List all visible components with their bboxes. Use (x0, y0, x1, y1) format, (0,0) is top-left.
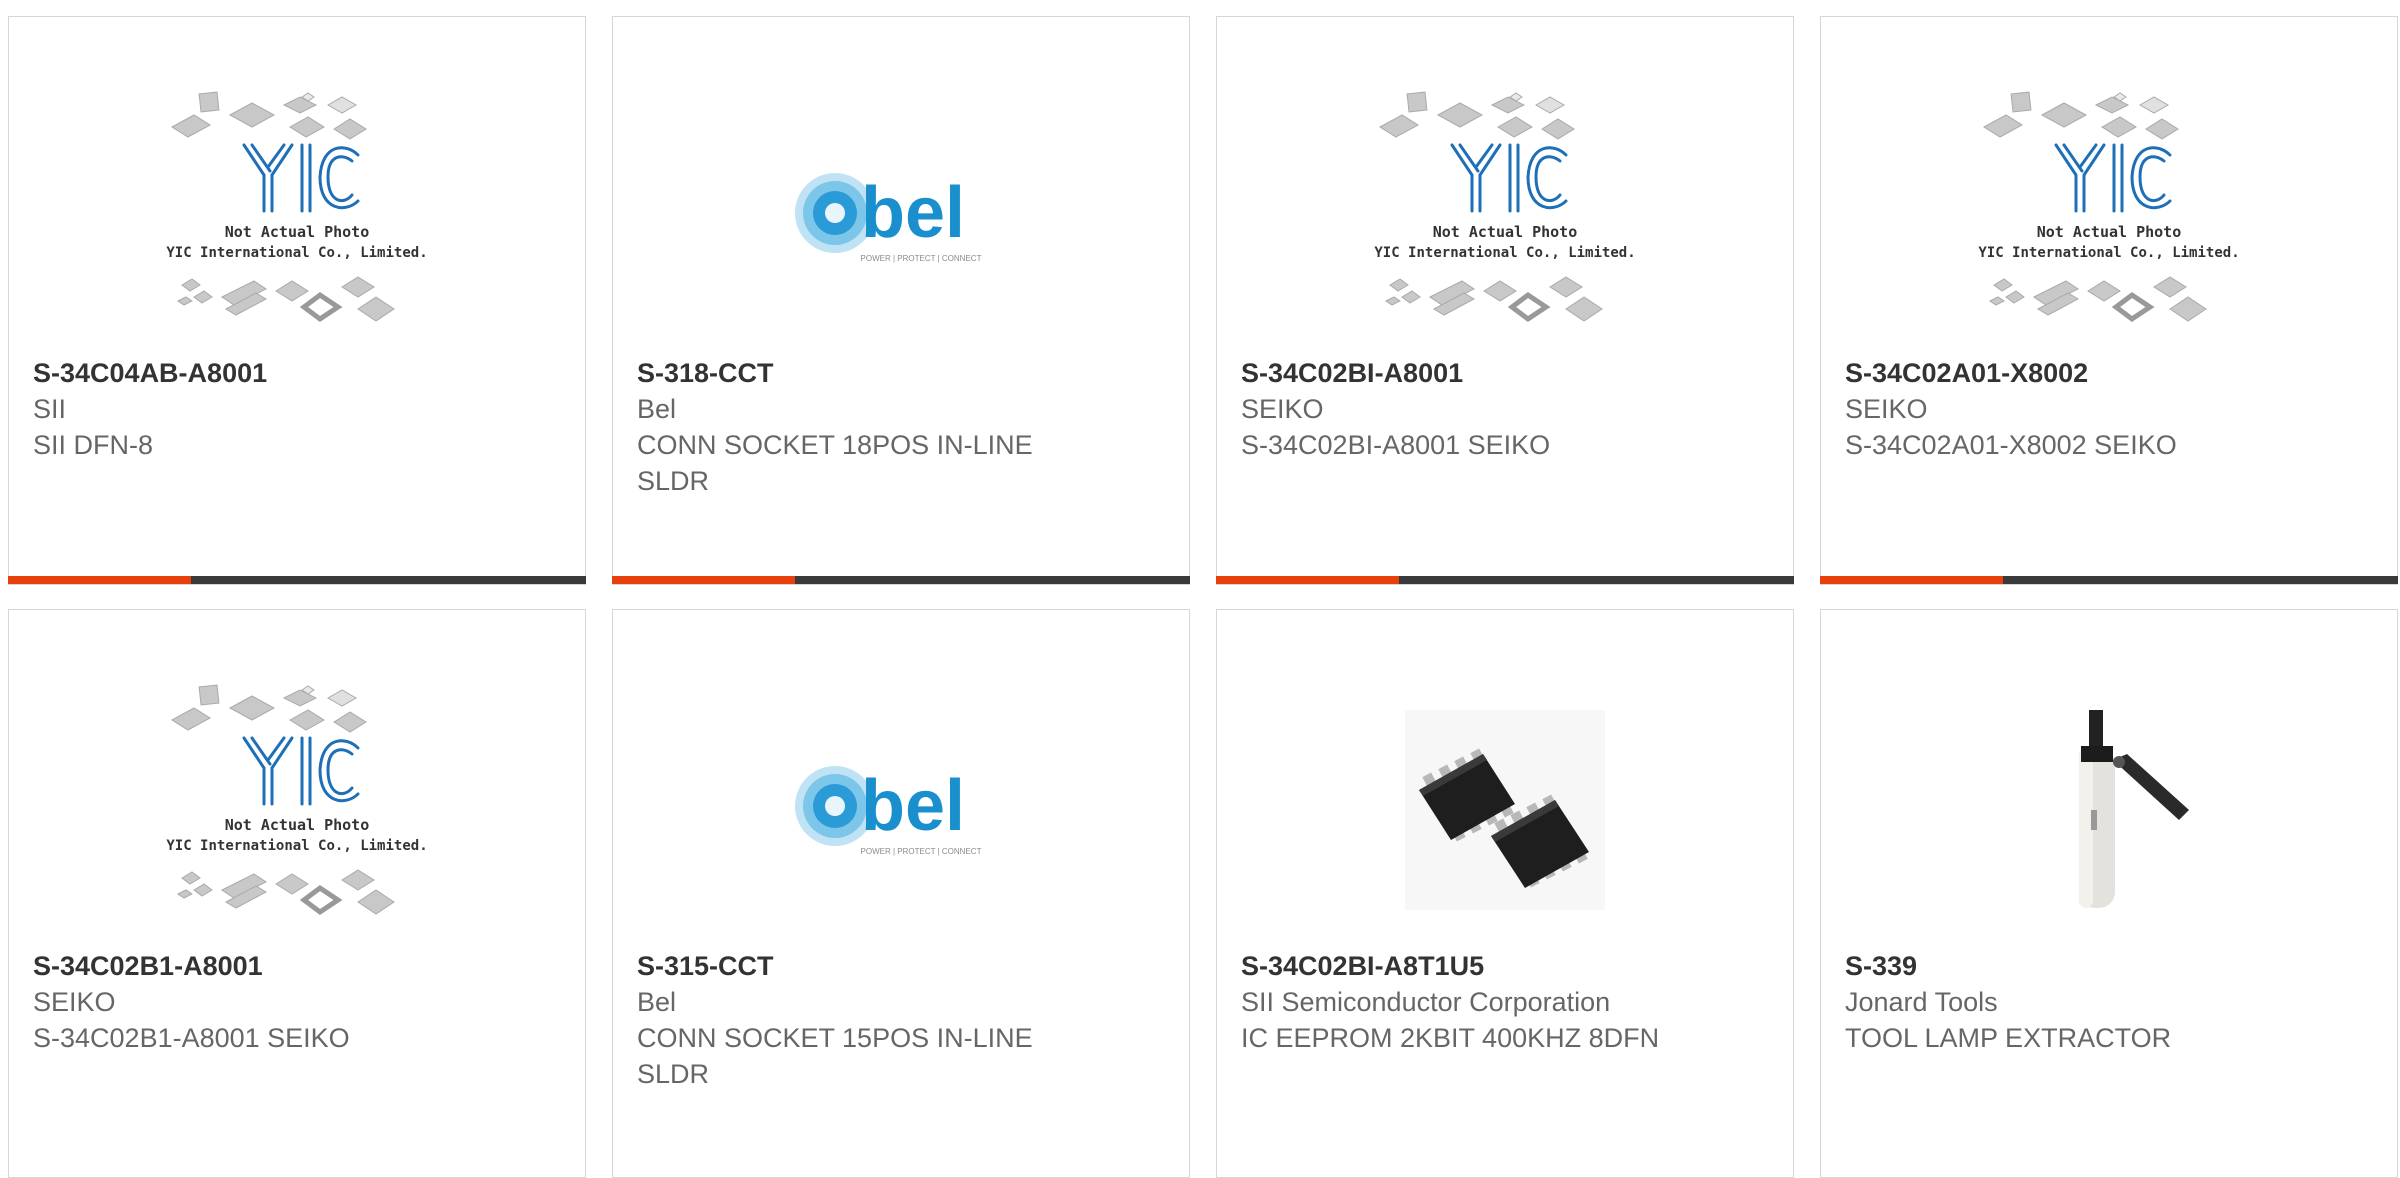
manufacturer-name: SII Semiconductor Corporation (1241, 987, 1611, 1017)
manufacturer-name: Bel (637, 987, 677, 1017)
product-info: S-34C02B1-A8001 SEIKO S-34C02B1-A8001 SEIK… (33, 949, 465, 1056)
product-description: IC EEPROM 2KBIT 400KHZ 8DFN (1241, 1023, 1660, 1053)
placeholder-line2: YIC International Co., Limited. (166, 245, 427, 261)
bel-logo-tagline: POWER | PROTECT | CONNECT (861, 847, 982, 856)
product-description: S-34C02A01-X8002 SEIKO (1845, 430, 2177, 460)
product-card[interactable]: Not Actual Photo YIC International Co., … (8, 609, 586, 1178)
manufacturer-name: SII (33, 394, 67, 424)
product-info: S-339 Jonard Tools TOOL LAMP EXTRACTOR (1845, 949, 2277, 1056)
part-number-link[interactable]: S-34C02BI-A8T1U5 (1241, 949, 1673, 984)
card-accent-strip (8, 576, 191, 584)
card-accent-strip (1820, 576, 2003, 584)
card-bottom-bar (8, 576, 586, 584)
part-number-link[interactable]: S-315-CCT (637, 949, 1069, 984)
manufacturer-name: SEIKO (1845, 394, 1928, 424)
bel-logo-image: bel POWER | PROTECT | CONNECT (795, 173, 982, 263)
product-image[interactable] (1217, 670, 1793, 950)
bel-logo-word: bel (861, 173, 965, 253)
placeholder-line2: YIC International Co., Limited. (1978, 245, 2239, 261)
product-card[interactable]: Not Actual Photo YIC International Co., … (1216, 16, 1794, 585)
part-number-link[interactable]: S-34C02A01-X8002 (1845, 356, 2277, 391)
placeholder-line1: Not Actual Photo (225, 816, 370, 834)
product-card[interactable]: Not Actual Photo YIC International Co., … (8, 16, 586, 585)
product-description: S-34C02BI-A8001 SEIKO (1241, 430, 1551, 460)
card-bottom-bar (1820, 576, 2398, 584)
product-image[interactable]: bel POWER | PROTECT | CONNECT (613, 670, 1189, 950)
placeholder-line2: YIC International Co., Limited. (166, 838, 427, 854)
placeholder-line1: Not Actual Photo (2037, 223, 2182, 241)
product-grid: Not Actual Photo YIC International Co., … (8, 16, 2398, 1178)
product-description: SII DFN-8 (33, 430, 154, 460)
lamp-extractor-tool-photo (2009, 710, 2209, 910)
yic-placeholder-image: Not Actual Photo YIC International Co., … (1978, 91, 2240, 323)
manufacturer-name: SEIKO (33, 987, 116, 1017)
product-info: S-318-CCT Bel CONN SOCKET 18POS IN-LINE SL… (637, 356, 1069, 499)
product-description: CONN SOCKET 18POS IN-LINE SLDR (637, 430, 1033, 496)
yic-placeholder-image: Not Actual Photo YIC International Co., … (1374, 91, 1636, 323)
product-image[interactable]: Not Actual Photo YIC International Co., … (1821, 77, 2397, 357)
manufacturer-name: SEIKO (1241, 394, 1324, 424)
placeholder-line1: Not Actual Photo (225, 223, 370, 241)
placeholder-line1: Not Actual Photo (1433, 223, 1578, 241)
bel-logo-image: bel POWER | PROTECT | CONNECT (795, 766, 982, 856)
product-image[interactable]: Not Actual Photo YIC International Co., … (9, 77, 585, 357)
part-number-link[interactable]: S-34C04AB-A8001 (33, 356, 465, 391)
yic-placeholder-image: Not Actual Photo YIC International Co., … (166, 91, 428, 323)
product-description: CONN SOCKET 15POS IN-LINE SLDR (637, 1023, 1033, 1089)
product-description: TOOL LAMP EXTRACTOR (1845, 1023, 2172, 1053)
product-image[interactable] (1821, 670, 2397, 950)
yic-placeholder-image: Not Actual Photo YIC International Co., … (166, 684, 428, 916)
product-card[interactable]: S-34C02BI-A8T1U5 SII Semiconductor Corpor… (1216, 609, 1794, 1178)
bel-logo-word: bel (861, 766, 965, 846)
product-card[interactable]: Not Actual Photo YIC International Co., … (1820, 16, 2398, 585)
manufacturer-name: Bel (637, 394, 677, 424)
product-info: S-34C04AB-A8001 SII SII DFN-8 (33, 356, 465, 463)
product-card[interactable]: bel POWER | PROTECT | CONNECT S-318-CCT B… (612, 16, 1190, 585)
product-card[interactable]: S-339 Jonard Tools TOOL LAMP EXTRACTOR (1820, 609, 2398, 1178)
soic-chip-photo (1405, 710, 1605, 910)
product-card[interactable]: bel POWER | PROTECT | CONNECT S-315-CCT B… (612, 609, 1190, 1178)
placeholder-line2: YIC International Co., Limited. (1374, 245, 1635, 261)
product-image[interactable]: Not Actual Photo YIC International Co., … (1217, 77, 1793, 357)
card-accent-strip (612, 576, 795, 584)
product-info: S-315-CCT Bel CONN SOCKET 15POS IN-LINE SL… (637, 949, 1069, 1092)
product-info: S-34C02BI-A8001 SEIKO S-34C02BI-A8001 SEIK… (1241, 356, 1673, 463)
part-number-link[interactable]: S-34C02B1-A8001 (33, 949, 465, 984)
manufacturer-name: Jonard Tools (1845, 987, 1998, 1017)
part-number-link[interactable]: S-339 (1845, 949, 2277, 984)
product-info: S-34C02A01-X8002 SEIKO S-34C02A01-X8002 SE… (1845, 356, 2277, 463)
product-image[interactable]: bel POWER | PROTECT | CONNECT (613, 77, 1189, 357)
part-number-link[interactable]: S-34C02BI-A8001 (1241, 356, 1673, 391)
part-number-link[interactable]: S-318-CCT (637, 356, 1069, 391)
product-info: S-34C02BI-A8T1U5 SII Semiconductor Corpor… (1241, 949, 1673, 1056)
card-accent-strip (1216, 576, 1399, 584)
product-description: S-34C02B1-A8001 SEIKO (33, 1023, 350, 1053)
card-bottom-bar (1216, 576, 1794, 584)
bel-logo-tagline: POWER | PROTECT | CONNECT (861, 254, 982, 263)
product-image[interactable]: Not Actual Photo YIC International Co., … (9, 670, 585, 950)
card-bottom-bar (612, 576, 1190, 584)
